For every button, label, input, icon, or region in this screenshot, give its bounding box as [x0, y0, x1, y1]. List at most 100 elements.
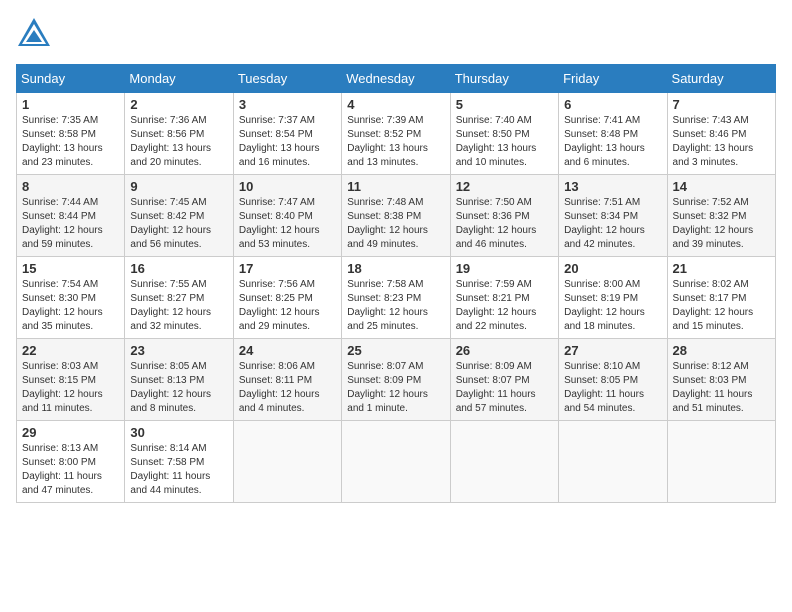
calendar-week-row: 8 Sunrise: 7:44 AM Sunset: 8:44 PM Dayli… — [17, 175, 776, 257]
day-number: 23 — [130, 343, 227, 358]
calendar-cell: 27 Sunrise: 8:10 AM Sunset: 8:05 PM Dayl… — [559, 339, 667, 421]
day-number: 14 — [673, 179, 770, 194]
logo — [16, 16, 56, 52]
day-number: 12 — [456, 179, 553, 194]
day-info: Sunrise: 8:13 AM Sunset: 8:00 PM Dayligh… — [22, 442, 119, 498]
day-number: 4 — [347, 97, 444, 112]
day-info: Sunrise: 7:40 AM Sunset: 8:50 PM Dayligh… — [456, 114, 553, 170]
calendar-cell: 7 Sunrise: 7:43 AM Sunset: 8:46 PM Dayli… — [667, 93, 775, 175]
day-number: 22 — [22, 343, 119, 358]
day-info: Sunrise: 8:03 AM Sunset: 8:15 PM Dayligh… — [22, 360, 119, 416]
day-number: 11 — [347, 179, 444, 194]
calendar-week-row: 29 Sunrise: 8:13 AM Sunset: 8:00 PM Dayl… — [17, 421, 776, 503]
day-info: Sunrise: 7:59 AM Sunset: 8:21 PM Dayligh… — [456, 278, 553, 334]
day-info: Sunrise: 8:12 AM Sunset: 8:03 PM Dayligh… — [673, 360, 770, 416]
day-info: Sunrise: 8:00 AM Sunset: 8:19 PM Dayligh… — [564, 278, 661, 334]
calendar-header-row: SundayMondayTuesdayWednesdayThursdayFrid… — [17, 65, 776, 93]
calendar-cell: 8 Sunrise: 7:44 AM Sunset: 8:44 PM Dayli… — [17, 175, 125, 257]
calendar-cell: 18 Sunrise: 7:58 AM Sunset: 8:23 PM Dayl… — [342, 257, 450, 339]
day-info: Sunrise: 7:56 AM Sunset: 8:25 PM Dayligh… — [239, 278, 336, 334]
calendar-cell: 10 Sunrise: 7:47 AM Sunset: 8:40 PM Dayl… — [233, 175, 341, 257]
calendar-cell: 21 Sunrise: 8:02 AM Sunset: 8:17 PM Dayl… — [667, 257, 775, 339]
day-number: 2 — [130, 97, 227, 112]
day-number: 26 — [456, 343, 553, 358]
day-info: Sunrise: 7:50 AM Sunset: 8:36 PM Dayligh… — [456, 196, 553, 252]
day-number: 7 — [673, 97, 770, 112]
calendar-cell: 19 Sunrise: 7:59 AM Sunset: 8:21 PM Dayl… — [450, 257, 558, 339]
day-info: Sunrise: 7:55 AM Sunset: 8:27 PM Dayligh… — [130, 278, 227, 334]
header-wednesday: Wednesday — [342, 65, 450, 93]
calendar-cell: 11 Sunrise: 7:48 AM Sunset: 8:38 PM Dayl… — [342, 175, 450, 257]
day-info: Sunrise: 8:10 AM Sunset: 8:05 PM Dayligh… — [564, 360, 661, 416]
day-number: 6 — [564, 97, 661, 112]
header-tuesday: Tuesday — [233, 65, 341, 93]
day-info: Sunrise: 8:09 AM Sunset: 8:07 PM Dayligh… — [456, 360, 553, 416]
header — [16, 16, 776, 52]
day-number: 8 — [22, 179, 119, 194]
day-number: 24 — [239, 343, 336, 358]
day-info: Sunrise: 7:47 AM Sunset: 8:40 PM Dayligh… — [239, 196, 336, 252]
calendar-cell: 26 Sunrise: 8:09 AM Sunset: 8:07 PM Dayl… — [450, 339, 558, 421]
calendar-cell: 30 Sunrise: 8:14 AM Sunset: 7:58 PM Dayl… — [125, 421, 233, 503]
day-info: Sunrise: 7:35 AM Sunset: 8:58 PM Dayligh… — [22, 114, 119, 170]
day-number: 13 — [564, 179, 661, 194]
calendar-cell: 2 Sunrise: 7:36 AM Sunset: 8:56 PM Dayli… — [125, 93, 233, 175]
day-info: Sunrise: 7:48 AM Sunset: 8:38 PM Dayligh… — [347, 196, 444, 252]
calendar-cell: 12 Sunrise: 7:50 AM Sunset: 8:36 PM Dayl… — [450, 175, 558, 257]
calendar-cell: 24 Sunrise: 8:06 AM Sunset: 8:11 PM Dayl… — [233, 339, 341, 421]
day-info: Sunrise: 8:14 AM Sunset: 7:58 PM Dayligh… — [130, 442, 227, 498]
day-number: 27 — [564, 343, 661, 358]
calendar-cell: 28 Sunrise: 8:12 AM Sunset: 8:03 PM Dayl… — [667, 339, 775, 421]
calendar-cell — [233, 421, 341, 503]
calendar-cell: 3 Sunrise: 7:37 AM Sunset: 8:54 PM Dayli… — [233, 93, 341, 175]
day-number: 15 — [22, 261, 119, 276]
day-info: Sunrise: 7:54 AM Sunset: 8:30 PM Dayligh… — [22, 278, 119, 334]
day-number: 25 — [347, 343, 444, 358]
day-number: 16 — [130, 261, 227, 276]
day-number: 19 — [456, 261, 553, 276]
day-info: Sunrise: 8:05 AM Sunset: 8:13 PM Dayligh… — [130, 360, 227, 416]
day-info: Sunrise: 7:58 AM Sunset: 8:23 PM Dayligh… — [347, 278, 444, 334]
day-number: 10 — [239, 179, 336, 194]
calendar-cell: 20 Sunrise: 8:00 AM Sunset: 8:19 PM Dayl… — [559, 257, 667, 339]
day-number: 30 — [130, 425, 227, 440]
calendar-cell: 16 Sunrise: 7:55 AM Sunset: 8:27 PM Dayl… — [125, 257, 233, 339]
day-number: 20 — [564, 261, 661, 276]
calendar-cell: 17 Sunrise: 7:56 AM Sunset: 8:25 PM Dayl… — [233, 257, 341, 339]
day-number: 21 — [673, 261, 770, 276]
calendar-cell: 23 Sunrise: 8:05 AM Sunset: 8:13 PM Dayl… — [125, 339, 233, 421]
calendar-table: SundayMondayTuesdayWednesdayThursdayFrid… — [16, 64, 776, 503]
calendar-cell: 6 Sunrise: 7:41 AM Sunset: 8:48 PM Dayli… — [559, 93, 667, 175]
day-info: Sunrise: 7:36 AM Sunset: 8:56 PM Dayligh… — [130, 114, 227, 170]
day-number: 17 — [239, 261, 336, 276]
day-info: Sunrise: 7:44 AM Sunset: 8:44 PM Dayligh… — [22, 196, 119, 252]
header-monday: Monday — [125, 65, 233, 93]
calendar-cell: 25 Sunrise: 8:07 AM Sunset: 8:09 PM Dayl… — [342, 339, 450, 421]
day-info: Sunrise: 8:06 AM Sunset: 8:11 PM Dayligh… — [239, 360, 336, 416]
calendar-cell: 5 Sunrise: 7:40 AM Sunset: 8:50 PM Dayli… — [450, 93, 558, 175]
calendar-cell — [450, 421, 558, 503]
day-info: Sunrise: 7:51 AM Sunset: 8:34 PM Dayligh… — [564, 196, 661, 252]
header-sunday: Sunday — [17, 65, 125, 93]
day-number: 28 — [673, 343, 770, 358]
calendar-cell — [667, 421, 775, 503]
header-saturday: Saturday — [667, 65, 775, 93]
calendar-cell — [559, 421, 667, 503]
day-info: Sunrise: 7:37 AM Sunset: 8:54 PM Dayligh… — [239, 114, 336, 170]
day-info: Sunrise: 8:07 AM Sunset: 8:09 PM Dayligh… — [347, 360, 444, 416]
day-number: 9 — [130, 179, 227, 194]
calendar-cell — [342, 421, 450, 503]
calendar-cell: 1 Sunrise: 7:35 AM Sunset: 8:58 PM Dayli… — [17, 93, 125, 175]
calendar-week-row: 22 Sunrise: 8:03 AM Sunset: 8:15 PM Dayl… — [17, 339, 776, 421]
day-number: 18 — [347, 261, 444, 276]
calendar-cell: 13 Sunrise: 7:51 AM Sunset: 8:34 PM Dayl… — [559, 175, 667, 257]
day-number: 5 — [456, 97, 553, 112]
calendar-cell: 22 Sunrise: 8:03 AM Sunset: 8:15 PM Dayl… — [17, 339, 125, 421]
day-number: 29 — [22, 425, 119, 440]
header-thursday: Thursday — [450, 65, 558, 93]
calendar-week-row: 15 Sunrise: 7:54 AM Sunset: 8:30 PM Dayl… — [17, 257, 776, 339]
day-info: Sunrise: 7:45 AM Sunset: 8:42 PM Dayligh… — [130, 196, 227, 252]
calendar-cell: 4 Sunrise: 7:39 AM Sunset: 8:52 PM Dayli… — [342, 93, 450, 175]
day-info: Sunrise: 7:39 AM Sunset: 8:52 PM Dayligh… — [347, 114, 444, 170]
day-info: Sunrise: 7:43 AM Sunset: 8:46 PM Dayligh… — [673, 114, 770, 170]
